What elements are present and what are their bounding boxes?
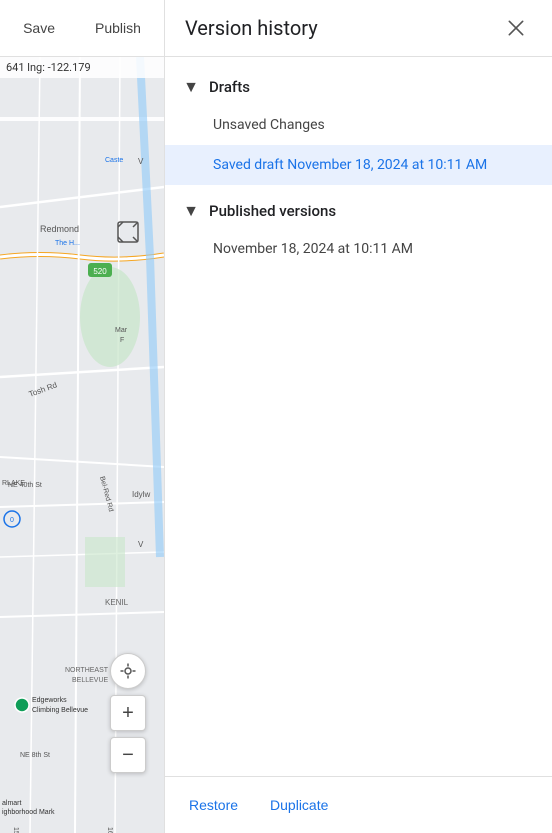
- duplicate-button[interactable]: Duplicate: [270, 793, 328, 817]
- svg-text:520: 520: [93, 267, 107, 276]
- panel-header: Version history: [165, 0, 552, 57]
- coords-text: 641 lng: -122.179: [6, 61, 91, 74]
- panel-content: ▼ Drafts Unsaved Changes Saved draft Nov…: [165, 57, 552, 776]
- svg-text:0: 0: [10, 517, 14, 524]
- published-item-1[interactable]: November 18, 2024 at 10:11 AM: [165, 229, 552, 269]
- published-section-header[interactable]: ▼ Published versions: [165, 193, 552, 229]
- publish-button[interactable]: Publish: [87, 14, 149, 42]
- svg-text:NE 8th St: NE 8th St: [20, 752, 50, 759]
- save-button[interactable]: Save: [15, 14, 63, 42]
- published-arrow: ▼: [181, 201, 201, 221]
- svg-text:164th Ave: 164th Ave: [106, 827, 113, 833]
- close-button[interactable]: [500, 12, 532, 44]
- svg-text:Mar: Mar: [115, 327, 128, 334]
- svg-text:V: V: [138, 540, 144, 549]
- svg-text:Idylw: Idylw: [132, 490, 150, 499]
- restore-button[interactable]: Restore: [189, 793, 238, 817]
- svg-text:NORTHEAST: NORTHEAST: [65, 667, 109, 674]
- svg-text:ighborhood Mark: ighborhood Mark: [2, 809, 55, 816]
- draft-item-saved[interactable]: Saved draft November 18, 2024 at 10:11 A…: [165, 145, 552, 185]
- published-section-title: Published versions: [209, 202, 336, 220]
- svg-text:Climbing Bellevue: Climbing Bellevue: [32, 707, 88, 714]
- svg-text:Redmond: Redmond: [40, 224, 79, 234]
- drafts-section-title: Drafts: [209, 78, 250, 96]
- svg-text:RLAKE: RLAKE: [2, 480, 25, 487]
- svg-text:F: F: [120, 337, 124, 344]
- version-history-panel: Version history ▼ Drafts Unsaved Changes…: [164, 0, 552, 833]
- svg-text:BELLEVUE: BELLEVUE: [72, 677, 109, 684]
- svg-text:Edgeworks: Edgeworks: [32, 697, 67, 704]
- svg-text:The H...: The H...: [55, 240, 80, 247]
- locate-button[interactable]: [110, 653, 146, 689]
- zoom-out-button[interactable]: −: [110, 737, 146, 773]
- svg-text:KENIL: KENIL: [105, 598, 129, 607]
- draft-item-unsaved[interactable]: Unsaved Changes: [165, 105, 552, 145]
- svg-text:156th Ave NE: 156th Ave NE: [12, 827, 19, 833]
- zoom-in-button[interactable]: +: [110, 695, 146, 731]
- svg-text:V: V: [138, 157, 144, 166]
- map-coordinates: 641 lng: -122.179: [0, 57, 164, 78]
- panel-title: Version history: [185, 16, 318, 40]
- svg-text:almart: almart: [2, 800, 22, 807]
- toolbar: Save Publish: [0, 0, 164, 57]
- map-controls: + −: [110, 653, 146, 773]
- drafts-arrow: ▼: [181, 77, 201, 97]
- drafts-section-header[interactable]: ▼ Drafts: [165, 69, 552, 105]
- svg-text:Caste: Caste: [105, 157, 123, 164]
- panel-footer: Restore Duplicate: [165, 776, 552, 833]
